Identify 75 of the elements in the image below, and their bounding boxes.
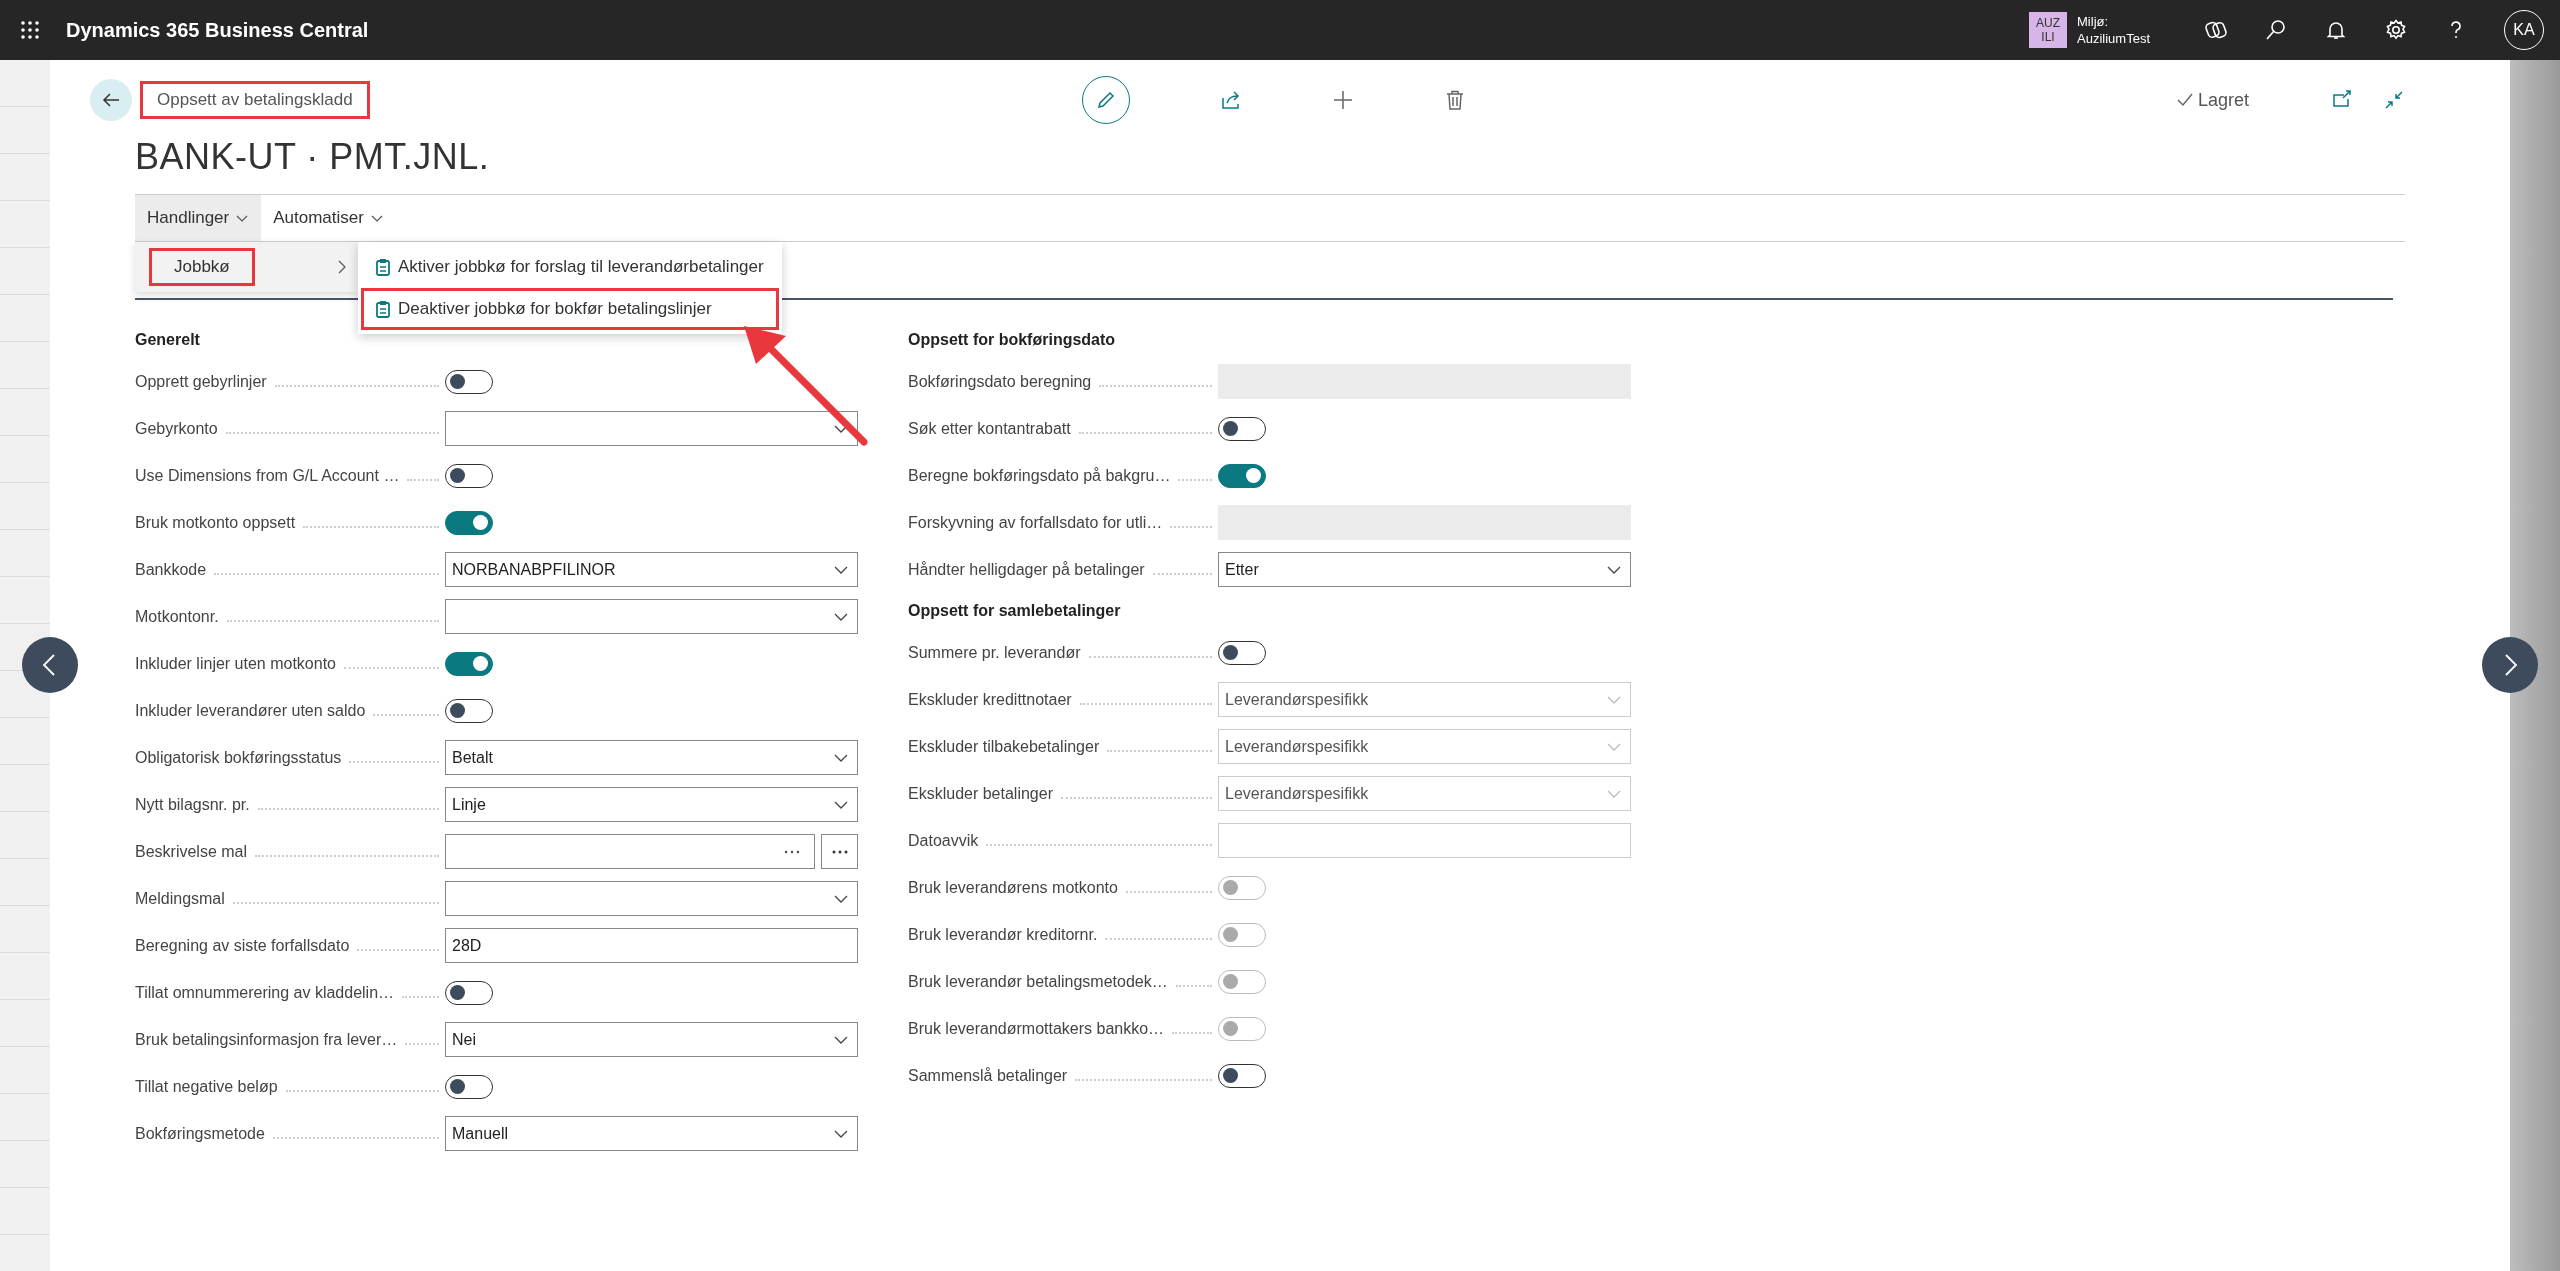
app-title[interactable]: Dynamics 365 Business Central [66,18,369,42]
field-label: Nytt bilagsnr. pr. [135,795,250,814]
field-label: Beregne bokføringsdato på bakgru… [908,466,1171,485]
toggle-switch[interactable] [445,510,493,535]
field-label: Gebyrkonto [135,419,218,438]
field-label: Ekskluder tilbakebetalinger [908,737,1100,756]
field-label: Forskyvning av forfallsdato for utli… [908,513,1163,532]
field-label: Ekskluder betalinger [908,784,1053,803]
field-label: Beskrivelse mal [135,842,248,861]
page-title: BANK-UT · PMT.JNL. [135,136,491,178]
dropdown-field[interactable] [445,411,858,446]
field-label: Meldingsmal [135,889,225,908]
field-label: Sammenslå betalinger [908,1066,1068,1085]
clipboard-icon [376,300,390,318]
dropdown-field[interactable]: Etter [1218,552,1631,587]
field-label: Søk etter kontantrabatt [908,419,1071,438]
input-field[interactable] [445,834,815,869]
field-label: Tillat negative beløp [135,1077,278,1096]
dropdown-field[interactable] [445,599,858,634]
field-label: Opprett gebyrlinjer [135,372,267,391]
collapse-icon[interactable] [2383,89,2405,111]
field-label: Obligatorisk bokføringsstatus [135,748,342,767]
field-label: Bruk leverandør betalingsmetodek… [908,972,1168,991]
settings-icon[interactable] [2384,18,2408,42]
clipboard-icon [376,258,390,276]
chevron-right-icon [336,259,348,275]
dropdown-field[interactable]: Linje [445,787,858,822]
plus-icon[interactable] [1331,89,1354,111]
group-heading: Generelt [135,330,201,350]
share-icon[interactable] [1219,89,1242,111]
dropdown-field[interactable]: Manuell [445,1116,858,1151]
field-label: Bankkode [135,560,207,579]
field-label: Ekskluder kredittnotaer [908,690,1072,709]
app-launcher-icon[interactable] [20,20,40,40]
environment-badge: AUZ ILI [2029,12,2068,48]
field-label: Use Dimensions from G/L Account … [135,466,400,485]
field-label: Motkontonr. [135,607,219,626]
field-label: Håndter helligdager på betalinger [908,560,1145,579]
back-button[interactable] [90,79,132,121]
dropdown-field[interactable] [445,881,858,916]
field-label: Datoavvik [908,831,979,850]
group-heading: Oppsett for samlebetalinger [908,601,1122,621]
field-label: Summere pr. leverandør [908,643,1081,662]
group-heading: Oppsett for bokføringsdato [908,330,1117,350]
dropdown-field[interactable]: Nei [445,1022,858,1057]
saved-status: Lagret [2197,89,2249,111]
field-label: Beregning av siste forfallsdato [135,936,350,955]
ellipsis-icon [830,848,849,855]
field-label: Bruk betalingsinformasjon fra lever… [135,1030,398,1049]
field-label: Bokføringsdato beregning [908,372,1092,391]
environment-name: AuziliumTest [2077,30,2150,47]
checkmark-icon [2175,91,2194,109]
field-label: Inkluder linjer uten motkonto [135,654,336,673]
search-icon[interactable] [2264,18,2288,42]
toggle-switch[interactable] [445,651,493,676]
field-label: Bruk leverandørmottakers bankko… [908,1019,1165,1038]
field-label: Bruk leverandør kreditornr. [908,925,1098,944]
menu-item[interactable]: Deaktiver jobbkø for bokfør betalingslinjer [361,288,779,330]
field-label: Bruk leverandørens motkonto [908,878,1118,897]
ellipsis-icon [784,848,800,855]
breadcrumb[interactable]: Oppsett av betalingskladd [140,81,370,119]
dropdown-field[interactable]: Betalt [445,740,858,775]
action-menu-button[interactable]: Automatiser [261,195,396,241]
edit-button[interactable] [1081,76,1130,124]
dropdown-field[interactable]: NORBANABPFILINOR [445,552,858,587]
more-button[interactable] [821,834,858,869]
field-label: Inkluder leverandører uten saldo [135,701,366,720]
field-label: Tillat omnummerering av kladdelin… [135,983,395,1002]
environment-label: Miljø: [2077,13,2110,30]
field-label: Bokføringsmetode [135,1124,265,1143]
toggle-switch[interactable] [1218,463,1266,488]
field-label: Bruk motkonto oppsett [135,513,296,532]
menu-item[interactable]: Jobbkø [135,242,358,292]
action-menu-button[interactable]: Handlinger [135,195,262,241]
input-field[interactable]: 28D [445,928,858,963]
